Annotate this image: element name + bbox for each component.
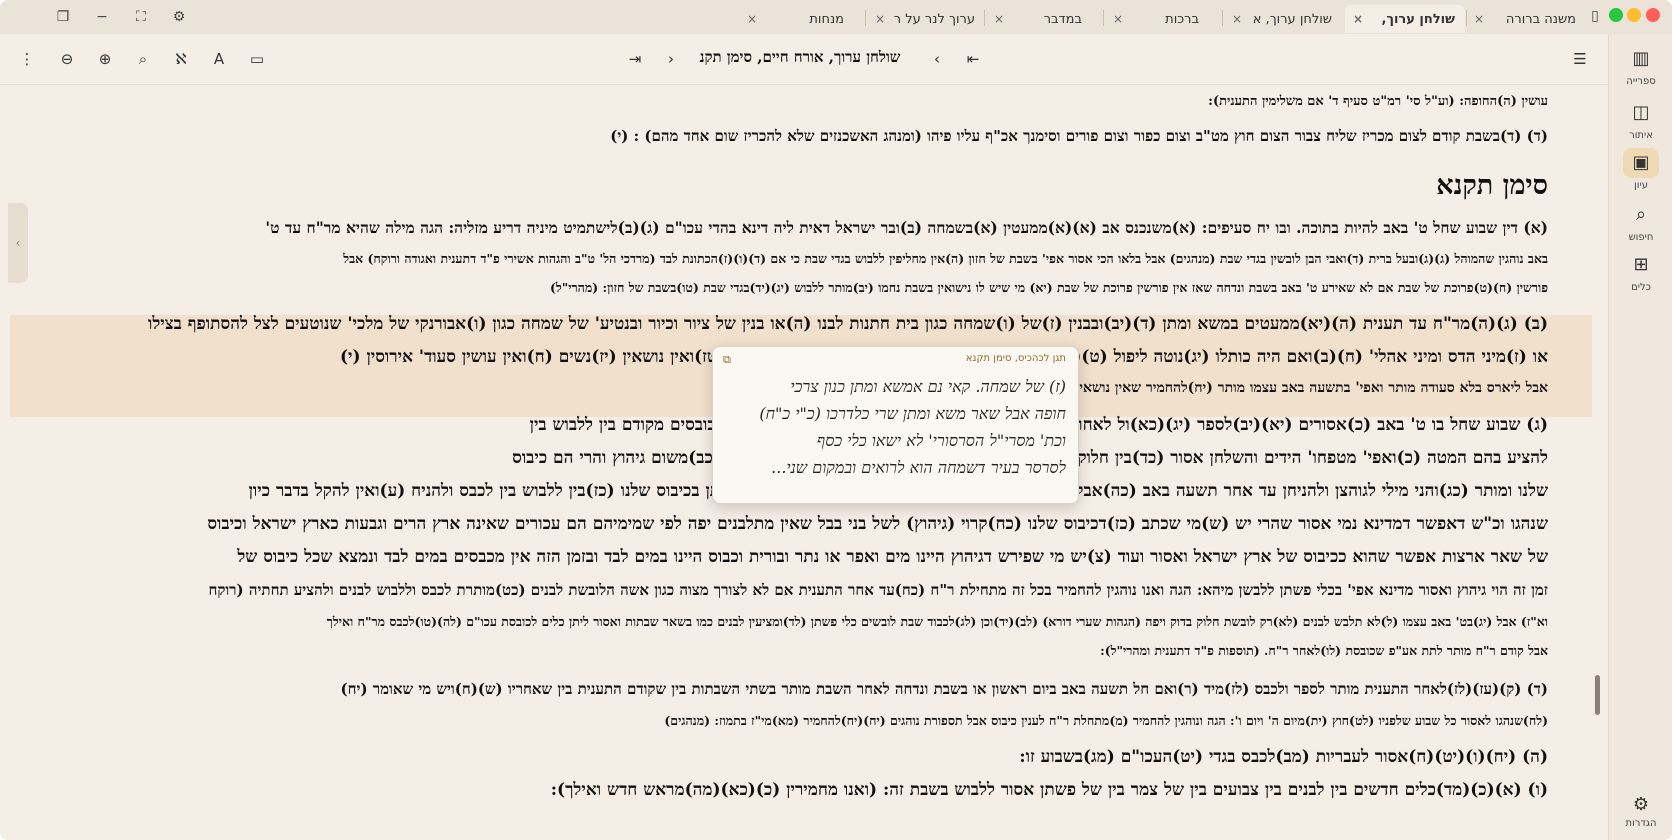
tab-berachot[interactable]: ברכות × [1105, 5, 1221, 33]
nikud-icon[interactable]: ℵ [168, 46, 194, 72]
tab-close-icon[interactable]: × [1113, 12, 1123, 26]
tab-bar: ▯ + משנה ברורה × שולחן ערוך, × שולחן ערו… [0, 0, 1672, 34]
tab-label: ברכות [1165, 11, 1199, 27]
tab-close-icon[interactable]: × [1232, 12, 1242, 26]
text-line: פורשין (ח)(ט)פרוכת של שבת אם לא שאירע ט'… [549, 280, 1548, 295]
tab-label: משנה ברורה [1505, 11, 1576, 27]
next-icon[interactable]: › [658, 46, 684, 72]
sidebar-item-label: כלים [1631, 282, 1651, 293]
text-line: (ד) (ד)בשבת קודם לצום מכריז שליח צבור הצ… [610, 127, 1548, 145]
tab-separator [865, 10, 866, 26]
minimize-icon[interactable]: − [93, 8, 111, 26]
sidebar-item-library[interactable]: ▥ ספרייה [1613, 44, 1669, 87]
text-line: (ו) (א)(כ)(מד)כלים חדשים בין לבנים בין צ… [550, 780, 1548, 800]
popup-line: וכת' מסרי"ל הסרסורי' לא ישאו כלי כסף [816, 431, 1066, 450]
text-line: שנהגו וכ"ש דאפשר דמדינא נמי אסור שהרי יש… [207, 514, 1548, 534]
tab-close-icon[interactable]: × [994, 12, 1004, 26]
pin-icon[interactable]: ⧉ [723, 353, 731, 367]
tools-icon: ⊞ [1633, 254, 1649, 275]
popup-line: חופה אבל שאר משא ומתן שרי כלדרכו (כ"י כ"… [759, 404, 1066, 423]
sidebar-item-label: איתור [1629, 130, 1653, 141]
tab-menachot[interactable]: מנחות × [744, 5, 864, 33]
sidebar-item-settings[interactable]: ⚙ הגדרות [1613, 794, 1669, 829]
zoom-in-icon[interactable]: ⊕ [92, 46, 118, 72]
sidebar-item-label: חיפוש [1628, 232, 1654, 243]
search-icon[interactable]: ⌕ [130, 46, 156, 72]
first-page-icon[interactable]: ⇤ [960, 46, 986, 72]
tab-close-icon[interactable]: × [1474, 12, 1484, 26]
text-line: (א) דין שבוע שחל ט' באב להיות בתוכה. ובו… [265, 218, 1548, 237]
text-line: אבל קודם ר"ח מותר לתת אע"פ שכובסת (לו)לא… [1100, 643, 1548, 658]
find-icon: ◫ [1632, 102, 1650, 123]
fullscreen-icon[interactable]: ⛶ [132, 8, 150, 26]
last-page-icon[interactable]: ⇥ [622, 46, 648, 72]
tab-shulchan-aruch-2[interactable]: שולחן ערוך, א × [1224, 5, 1342, 33]
tab-aruch-laner[interactable]: ערוך לנר על ר × [867, 5, 983, 33]
tab-separator [1466, 10, 1467, 26]
window-close-button[interactable] [1646, 8, 1660, 22]
app-window: ▯ + משנה ברורה × שולחן ערוך, × שולחן ערו… [0, 0, 1672, 840]
text-line: (ד) (ק)(עז)(לז)לאחר התענית מותר לספר ולכ… [340, 680, 1548, 698]
popup-line: (ז) של שמחה. קאי נם אמשא ומתן כנון צרכי [790, 377, 1066, 396]
restore-icon[interactable]: ❐ [54, 8, 72, 26]
tab-close-icon[interactable]: × [1353, 12, 1363, 26]
sidebar-item-label: ספרייה [1626, 76, 1656, 87]
sidebar-item-search[interactable]: ⌕ חיפוש [1613, 200, 1669, 243]
tab-shulchan-aruch-active[interactable]: שולחן ערוך, × [1345, 5, 1465, 33]
tab-separator [984, 10, 985, 26]
text-line: (לח)שנהגו לאסור כל שבוע שלפניו (לט)חוץ (… [664, 713, 1548, 728]
popup-body: (ז) של שמחה. קאי נם אמשא ומתן כנון צרכי … [726, 373, 1066, 481]
sidebar-item-label: עיון [1634, 180, 1648, 191]
tab-label: מנחות [809, 11, 844, 27]
tab-bamidbar[interactable]: במדבר × [986, 5, 1102, 33]
text-line: וא"ז) אבל (יג)בט' באב עצמו (ל)לא תלבש לב… [326, 614, 1548, 629]
sidebar-toggle-icon[interactable]: ▭ [244, 46, 270, 72]
prev-icon[interactable]: ‹ [924, 46, 950, 72]
new-tab-icon[interactable] [1591, 8, 1592, 9]
scrollbar-thumb[interactable] [1595, 675, 1600, 715]
more-icon[interactable]: ⋮ [14, 46, 40, 72]
tab-label: שולחן ערוך, [1381, 11, 1456, 27]
window-maximize-button[interactable] [1609, 8, 1623, 22]
tab-separator [1103, 10, 1104, 26]
commentary-popup[interactable]: תגן לכהכיס, סימן תקנא ⧉ (ז) של שמחה. קאי… [712, 346, 1079, 504]
zoom-out-icon[interactable]: ⊖ [54, 46, 80, 72]
text-line: באב נוהגין שהמוהל (ג)(ג)ובעל ברית (ד)ואב… [343, 251, 1548, 266]
library-icon: ▥ [1632, 48, 1650, 69]
tab-mishnah-berurah[interactable]: משנה ברורה × [1468, 5, 1586, 33]
sidebar-item-label: הגדרות [1625, 818, 1657, 829]
settings-gear-icon: ⚙ [1632, 794, 1650, 815]
tab-label: שולחן ערוך, א [1252, 11, 1332, 27]
section-title: סימן תקנא [1436, 170, 1548, 201]
bookmark-icon[interactable]: ▯ [1587, 8, 1603, 24]
right-sidebar: ▥ ספרייה ◫ איתור ▣ עיון ⌕ חיפוש ⊞ כלים ⚙… [1608, 34, 1672, 840]
settings-gear-icon[interactable]: ⚙ [170, 8, 188, 26]
popup-source-title: תגן לכהכיס, סימן תקנא [965, 353, 1066, 364]
sidebar-item-tools[interactable]: ⊞ כלים [1613, 250, 1669, 293]
search-icon: ⌕ [1635, 204, 1647, 225]
book-icon: ▣ [1623, 148, 1659, 178]
text-line: עושין (ה)החופה: (וע"ל סי' רמ"ט סעיף ד' א… [1208, 94, 1548, 109]
sidebar-item-study[interactable]: ▣ עיון [1613, 148, 1669, 191]
sidebar-item-find[interactable]: ◫ איתור [1613, 98, 1669, 141]
tab-label: ערוך לנר על ר [893, 11, 975, 27]
page-title: שולחן ערוך, אורח חיים, סימן תקנ [699, 48, 901, 66]
tab-close-icon[interactable]: × [747, 12, 757, 26]
window-minimize-button[interactable] [1627, 8, 1641, 22]
text-line: של שאר ארצות אפשר שהוא ככיבוס של ארץ ישר… [237, 547, 1548, 567]
reader-toolbar: ☰ ⇤ ‹ שולחן ערוך, אורח חיים, סימן תקנ › … [0, 34, 1608, 85]
menu-icon[interactable]: ☰ [1567, 46, 1593, 72]
reader-content[interactable]: ‹ עושין (ה)החופה: (וע"ל סי' רמ"ט סעיף ד'… [0, 85, 1608, 840]
tab-separator [1222, 10, 1223, 26]
tab-close-icon[interactable]: × [875, 12, 885, 26]
text-line: (ה) (יח)(ו)(יט)(ח)אסור לעבריות (מב)לכבס … [1019, 747, 1548, 767]
text-line: זמן זה הוי גיהוץ ואסור מדינא אפי' בכלי פ… [208, 581, 1548, 599]
text-line: (ב) (ג)(ה)מר"ח עד תענית (ה)(יא)ממעטים במ… [147, 314, 1548, 334]
tab-label: במדבר [1043, 11, 1082, 27]
font-size-icon[interactable]: A [206, 46, 232, 72]
popup-line: לסרסר בעיר דשמחה הוא לרואים ובמקום שני..… [771, 458, 1066, 477]
